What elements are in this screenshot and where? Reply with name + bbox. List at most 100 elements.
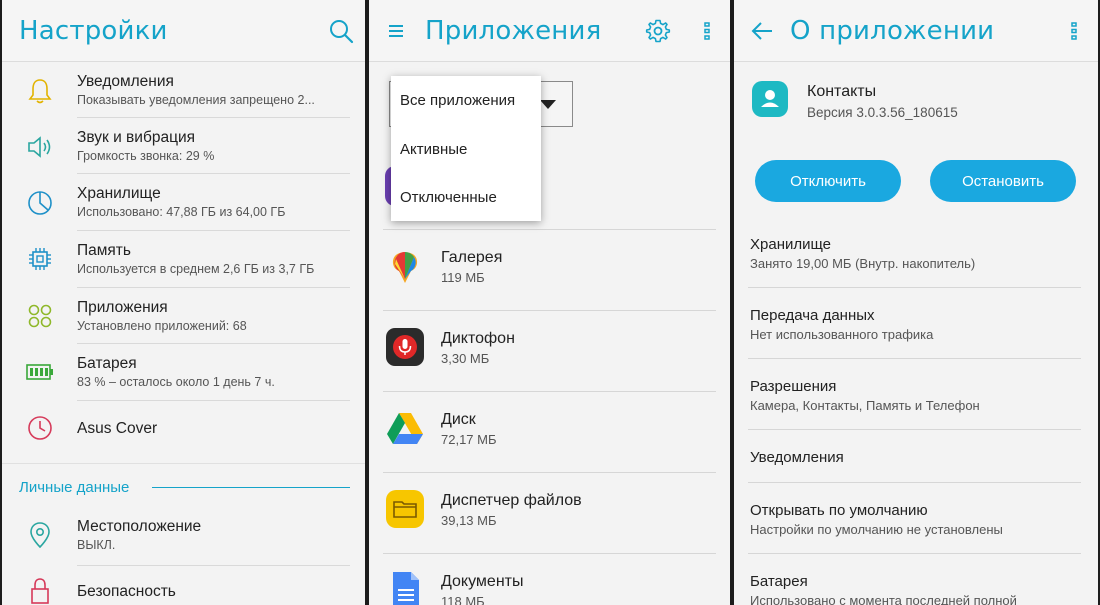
divider: [748, 553, 1081, 554]
battery-icon: [25, 357, 55, 387]
section-divider: [152, 487, 350, 488]
settings-item-subtitle: Показывать уведомления запрещено 2...: [77, 93, 315, 107]
info-row-title: Разрешения: [750, 378, 837, 395]
settings-item-subtitle: Используется в среднем 2,6 ГБ из 3,7 ГБ: [77, 262, 315, 276]
info-row-subtitle: Настройки по умолчанию не установлены: [750, 522, 1003, 537]
app-size: 72,17 МБ: [441, 432, 497, 447]
filter-option-active[interactable]: Активные: [400, 141, 467, 158]
settings-item-security[interactable]: Безопасность: [2, 567, 365, 605]
filter-option-all[interactable]: Все приложения: [400, 92, 515, 109]
disable-button[interactable]: Отключить: [755, 160, 901, 202]
clock-cover-icon: [25, 413, 55, 443]
divider: [748, 482, 1081, 483]
force-stop-button[interactable]: Остановить: [930, 160, 1076, 202]
settings-item-title: Asus Cover: [77, 420, 158, 437]
app-name: Диктофон: [441, 330, 515, 347]
settings-screen: Настройки Уведомления Показывать уведомл…: [2, 0, 365, 605]
divider: [2, 463, 365, 464]
apps-screen: Приложения Галерея 119 МБ Диктофон 3,30 …: [369, 0, 730, 605]
filter-option-disabled[interactable]: Отключенные: [400, 189, 497, 206]
app-list-item-file-manager[interactable]: Диспетчер файлов 39,13 МБ: [369, 473, 730, 553]
more-vert-icon: [704, 22, 710, 40]
settings-item-subtitle: Громкость звонка: 29 %: [77, 149, 215, 163]
info-row-subtitle: Использовано с момента последней полной: [750, 593, 1017, 605]
hamburger-icon: [389, 25, 403, 37]
settings-item-notifications[interactable]: Уведомления Показывать уведомления запре…: [2, 63, 365, 119]
gallery-icon: [385, 247, 425, 287]
settings-item-battery[interactable]: Батарея 83 % – осталось около 1 день 7 ч…: [2, 345, 365, 401]
app-name: Документы: [441, 573, 524, 590]
settings-item-title: Местоположение: [77, 518, 202, 535]
divider: [77, 173, 350, 174]
settings-item-title: Уведомления: [77, 73, 174, 90]
settings-item-apps[interactable]: Приложения Установлено приложений: 68: [2, 289, 365, 345]
settings-item-subtitle: ВЫКЛ.: [77, 538, 116, 552]
bell-icon: [25, 76, 55, 106]
location-pin-icon: [25, 520, 55, 550]
app-list-item-docs[interactable]: Документы 118 МБ: [369, 554, 730, 605]
apps-app-bar: Приложения: [369, 0, 730, 62]
settings-app-bar: Настройки: [2, 0, 365, 62]
settings-item-title: Хранилище: [77, 185, 161, 202]
settings-item-title: Память: [77, 242, 131, 259]
page-title: Приложения: [425, 16, 602, 46]
recorder-icon: [385, 327, 425, 367]
menu-button[interactable]: [382, 16, 410, 46]
file-manager-icon: [385, 489, 425, 529]
app-info-screen: О приложении Контакты Версия 3.0.3.56_18…: [734, 0, 1098, 605]
divider: [77, 287, 350, 288]
overflow-menu-button[interactable]: [693, 16, 721, 46]
app-filter-dropdown: Все приложения Активные Отключенные: [391, 76, 541, 221]
info-row-subtitle: Занято 19,00 МБ (Внутр. накопитель): [750, 256, 976, 271]
info-row-battery[interactable]: Батарея Использовано с момента последней…: [734, 571, 1098, 605]
settings-item-subtitle: Установлено приложений: 68: [77, 319, 247, 333]
info-row-subtitle: Нет использованного трафика: [750, 327, 934, 342]
speaker-icon: [25, 132, 55, 162]
info-row-title: Открывать по умолчанию: [750, 502, 928, 519]
app-list-item-drive[interactable]: Диск 72,17 МБ: [369, 392, 730, 472]
info-row-title: Передача данных: [750, 307, 875, 324]
settings-item-title: Звук и вибрация: [77, 129, 195, 146]
settings-item-location[interactable]: Местоположение ВЫКЛ.: [2, 508, 365, 564]
info-row-title: Хранилище: [750, 236, 831, 253]
app-name: Галерея: [441, 249, 503, 266]
page-title: О приложении: [790, 16, 995, 46]
info-row-title: Уведомления: [750, 449, 844, 466]
storage-pie-icon: [25, 188, 55, 218]
app-size: 119 МБ: [441, 270, 485, 285]
info-row-data-usage[interactable]: Передача данных Нет использованного траф…: [734, 305, 1098, 355]
app-name: Диспетчер файлов: [441, 492, 582, 509]
gear-icon: [645, 19, 671, 43]
info-row-subtitle: Камера, Контакты, Память и Телефон: [750, 398, 980, 413]
settings-button[interactable]: [644, 16, 672, 46]
overflow-menu-button[interactable]: [1060, 16, 1088, 46]
contacts-app-icon: [751, 80, 789, 118]
divider: [748, 358, 1081, 359]
arrow-back-icon: [751, 22, 772, 40]
divider: [77, 117, 350, 118]
docs-icon: [385, 570, 425, 605]
settings-item-asus-cover[interactable]: Asus Cover: [2, 402, 365, 458]
app-size: 39,13 МБ: [441, 513, 497, 528]
info-row-storage[interactable]: Хранилище Занято 19,00 МБ (Внутр. накопи…: [734, 234, 1098, 284]
apps-grid-icon: [25, 301, 55, 331]
settings-item-sound[interactable]: Звук и вибрация Громкость звонка: 29 %: [2, 119, 365, 175]
info-row-title: Батарея: [750, 573, 808, 590]
search-button[interactable]: [327, 16, 355, 46]
divider: [77, 565, 350, 566]
settings-item-subtitle: 83 % – осталось около 1 день 7 ч.: [77, 375, 275, 389]
lock-icon: [25, 576, 55, 605]
settings-item-storage[interactable]: Хранилище Использовано: 47,88 ГБ из 64,0…: [2, 175, 365, 231]
app-list-item-gallery[interactable]: Галерея 119 МБ: [369, 230, 730, 310]
divider: [748, 287, 1081, 288]
info-row-open-by-default[interactable]: Открывать по умолчанию Настройки по умол…: [734, 500, 1098, 550]
app-info-app-bar: О приложении: [734, 0, 1098, 62]
info-row-permissions[interactable]: Разрешения Камера, Контакты, Память и Те…: [734, 376, 1098, 426]
app-list-item-recorder[interactable]: Диктофон 3,30 МБ: [369, 311, 730, 391]
app-size: 3,30 МБ: [441, 351, 490, 366]
settings-item-memory[interactable]: Память Используется в среднем 2,6 ГБ из …: [2, 232, 365, 288]
more-vert-icon: [1071, 22, 1077, 40]
drive-icon: [385, 409, 425, 449]
back-button[interactable]: [748, 16, 776, 46]
info-row-notifications[interactable]: Уведомления: [734, 447, 1098, 487]
